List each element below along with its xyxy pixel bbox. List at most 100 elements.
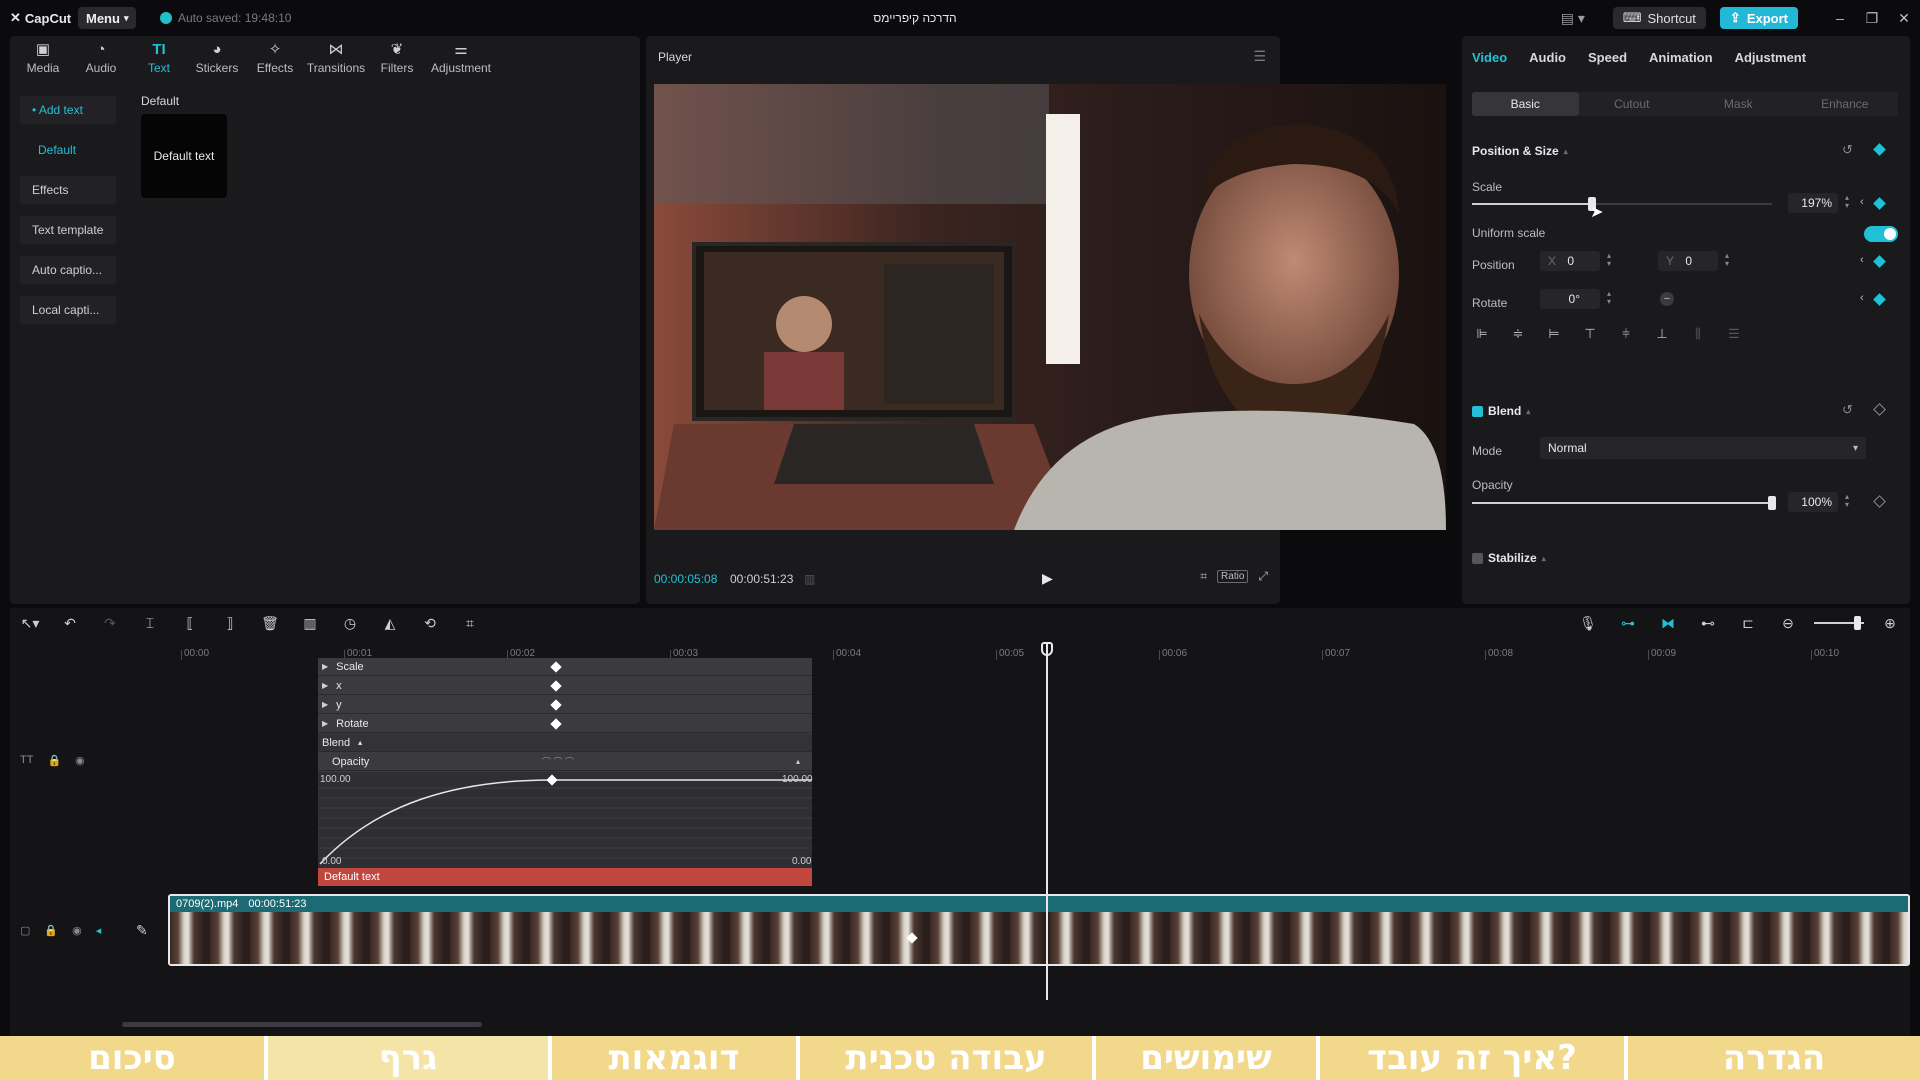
freeze-icon[interactable]: ▥ [290,615,330,632]
opacity-input[interactable]: 100% [1788,492,1838,512]
keyframe-diamond[interactable] [550,661,562,673]
prev-keyframe-icon[interactable]: ‹ [1860,254,1864,266]
opacity-stepper[interactable]: ▴ ▾ [1842,493,1852,509]
speed-icon[interactable]: ◷ [330,615,370,632]
position-y-input[interactable]: Y0 [1658,251,1718,271]
scale-input[interactable]: 197% [1788,193,1838,213]
tab-video[interactable]: Video [1472,50,1507,65]
cat-text[interactable]: TI Text [130,36,188,80]
zoom-out-icon[interactable]: ⊖ [1768,615,1808,632]
menu-icon[interactable]: ☰ [1253,48,1266,65]
split-right-icon[interactable]: ⟧ [210,615,250,632]
delete-icon[interactable]: 🗑 [250,615,290,632]
rotate-dial-icon[interactable]: – [1660,292,1674,306]
cat-adjustment[interactable]: ⚌ Adjustment [426,36,496,80]
position-x-input[interactable]: X0 [1540,251,1600,271]
kf-row-rotate[interactable]: ▶ Rotate [318,715,812,733]
crop-icon[interactable]: ⌗ [450,615,490,632]
export-button[interactable]: ⇪ Export [1719,7,1798,29]
cat-effects[interactable]: ✧ Effects [246,36,304,80]
keyframe-icon[interactable] [1873,143,1886,156]
fullscreen-crop-icon[interactable]: ⌗ [1200,569,1207,584]
redo-icon[interactable]: ↷ [90,615,130,632]
align-right-icon[interactable]: ⊨ [1544,326,1564,342]
lock-icon[interactable]: 🔒 [47,754,61,767]
position-size-title[interactable]: Position & Size ▴ [1472,144,1568,158]
audio-icon[interactable]: ◂ [96,924,102,937]
prev-keyframe-icon[interactable]: ‹ [1860,196,1864,208]
zoom-slider-knob[interactable] [1854,616,1861,630]
rotate-input[interactable]: 0° [1540,289,1600,309]
video-clip[interactable]: 0709(2).mp4 00:00:51:23 [168,894,1910,966]
position-y-stepper[interactable]: ▴ ▾ [1722,252,1732,268]
keyframe-diamond[interactable] [550,699,562,711]
link-icon[interactable]: ⊷ [1688,615,1728,632]
align-left-icon[interactable]: ⊫ [1472,326,1492,342]
tab-audio[interactable]: Audio [1529,50,1566,65]
restore-icon[interactable]: ❐ [1856,10,1888,27]
tab-adjustment[interactable]: Adjustment [1735,50,1807,65]
reset-icon[interactable]: ↺ [1842,142,1853,158]
microphone-icon[interactable]: 🎙 [1568,615,1608,632]
edit-cover-icon[interactable]: ✎ [136,922,148,939]
side-item-text-template[interactable]: Text template [20,216,116,244]
side-item-auto-captions[interactable]: Auto captio... [20,256,116,284]
distribute-h-icon[interactable]: ⫼ [1688,326,1708,342]
minimize-icon[interactable]: – [1824,10,1856,26]
keyframe-icon[interactable] [1873,403,1886,416]
blend-mode-select[interactable]: Normal ▾ [1540,437,1866,459]
split-left-icon[interactable]: ⟦ [170,615,210,632]
shortcut-button[interactable]: ⌨ Shortcut [1612,7,1706,29]
subtab-mask[interactable]: Mask [1685,92,1792,116]
preview-axis-icon[interactable]: ⊏ [1728,615,1768,632]
layout-icon[interactable]: ▤ ▾ [1561,10,1591,27]
default-text-card[interactable]: Default text [141,114,227,198]
eye-icon[interactable]: ◉ [72,924,82,937]
rotate-icon[interactable]: ⟲ [410,615,450,632]
distribute-v-icon[interactable]: ☰ [1724,326,1744,342]
timeline-grid-icon[interactable]: ▥ [804,572,815,586]
opacity-curve-graph[interactable] [318,772,812,868]
blend-title[interactable]: Blend ▴ [1488,404,1530,418]
stabilize-title[interactable]: Stabilize ▴ [1488,551,1546,565]
subtab-basic[interactable]: Basic [1472,92,1579,116]
prev-keyframe-icon[interactable]: ‹ [1860,292,1864,304]
cat-filters[interactable]: ❦ Filters [368,36,426,80]
kf-row-y[interactable]: ▶ y [318,696,812,714]
opacity-slider-knob[interactable] [1768,496,1776,510]
blend-checkbox[interactable] [1472,406,1483,417]
kf-row-x[interactable]: ▶ x [318,677,812,695]
scale-keyframe-icon[interactable] [1873,197,1886,210]
tab-speed[interactable]: Speed [1588,50,1627,65]
mirror-icon[interactable]: ◭ [370,615,410,632]
reset-icon[interactable]: ↺ [1842,402,1853,418]
lock-icon[interactable]: 🔒 [44,924,58,937]
rotate-keyframe-icon[interactable] [1873,293,1886,306]
zoom-in-icon[interactable]: ⊕ [1870,615,1910,632]
kf-row-scale[interactable]: ▶ Scale [318,658,812,676]
text-clip[interactable]: Default text [318,868,812,886]
eye-icon[interactable]: ◉ [75,754,85,767]
kf-row-opacity[interactable]: Opacity ⌒ ⌒ ⌒ ▴ [318,753,812,771]
uniform-scale-toggle[interactable] [1864,226,1898,242]
select-cursor-icon[interactable]: ↖▾ [10,615,50,632]
tab-animation[interactable]: Animation [1649,50,1713,65]
curve-presets-icon[interactable]: ⌒ ⌒ ⌒ [542,755,574,768]
video-preview[interactable] [654,84,1446,530]
close-icon[interactable]: ✕ [1888,10,1920,27]
keyframe-diamond[interactable] [550,680,562,692]
align-bottom-icon[interactable]: ⊥ [1652,326,1672,342]
split-icon[interactable]: ⌶ [130,615,170,632]
position-x-stepper[interactable]: ▴ ▾ [1604,252,1614,268]
rotate-stepper[interactable]: ▴ ▾ [1604,290,1614,306]
main-track-magnet-icon[interactable]: ⊶ [1608,615,1648,632]
side-item-local-captions[interactable]: Local capti... [20,296,116,324]
undo-icon[interactable]: ↶ [50,615,90,632]
subtab-enhance[interactable]: Enhance [1792,92,1899,116]
subtab-cutout[interactable]: Cutout [1579,92,1686,116]
cat-audio[interactable]: ◔ Audio [72,36,130,80]
ratio-button[interactable]: Ratio [1217,570,1249,583]
align-top-icon[interactable]: ⊤ [1580,326,1600,342]
timeline-scrollbar[interactable] [122,1022,482,1027]
chevron-up-icon[interactable]: ▴ [796,757,800,766]
